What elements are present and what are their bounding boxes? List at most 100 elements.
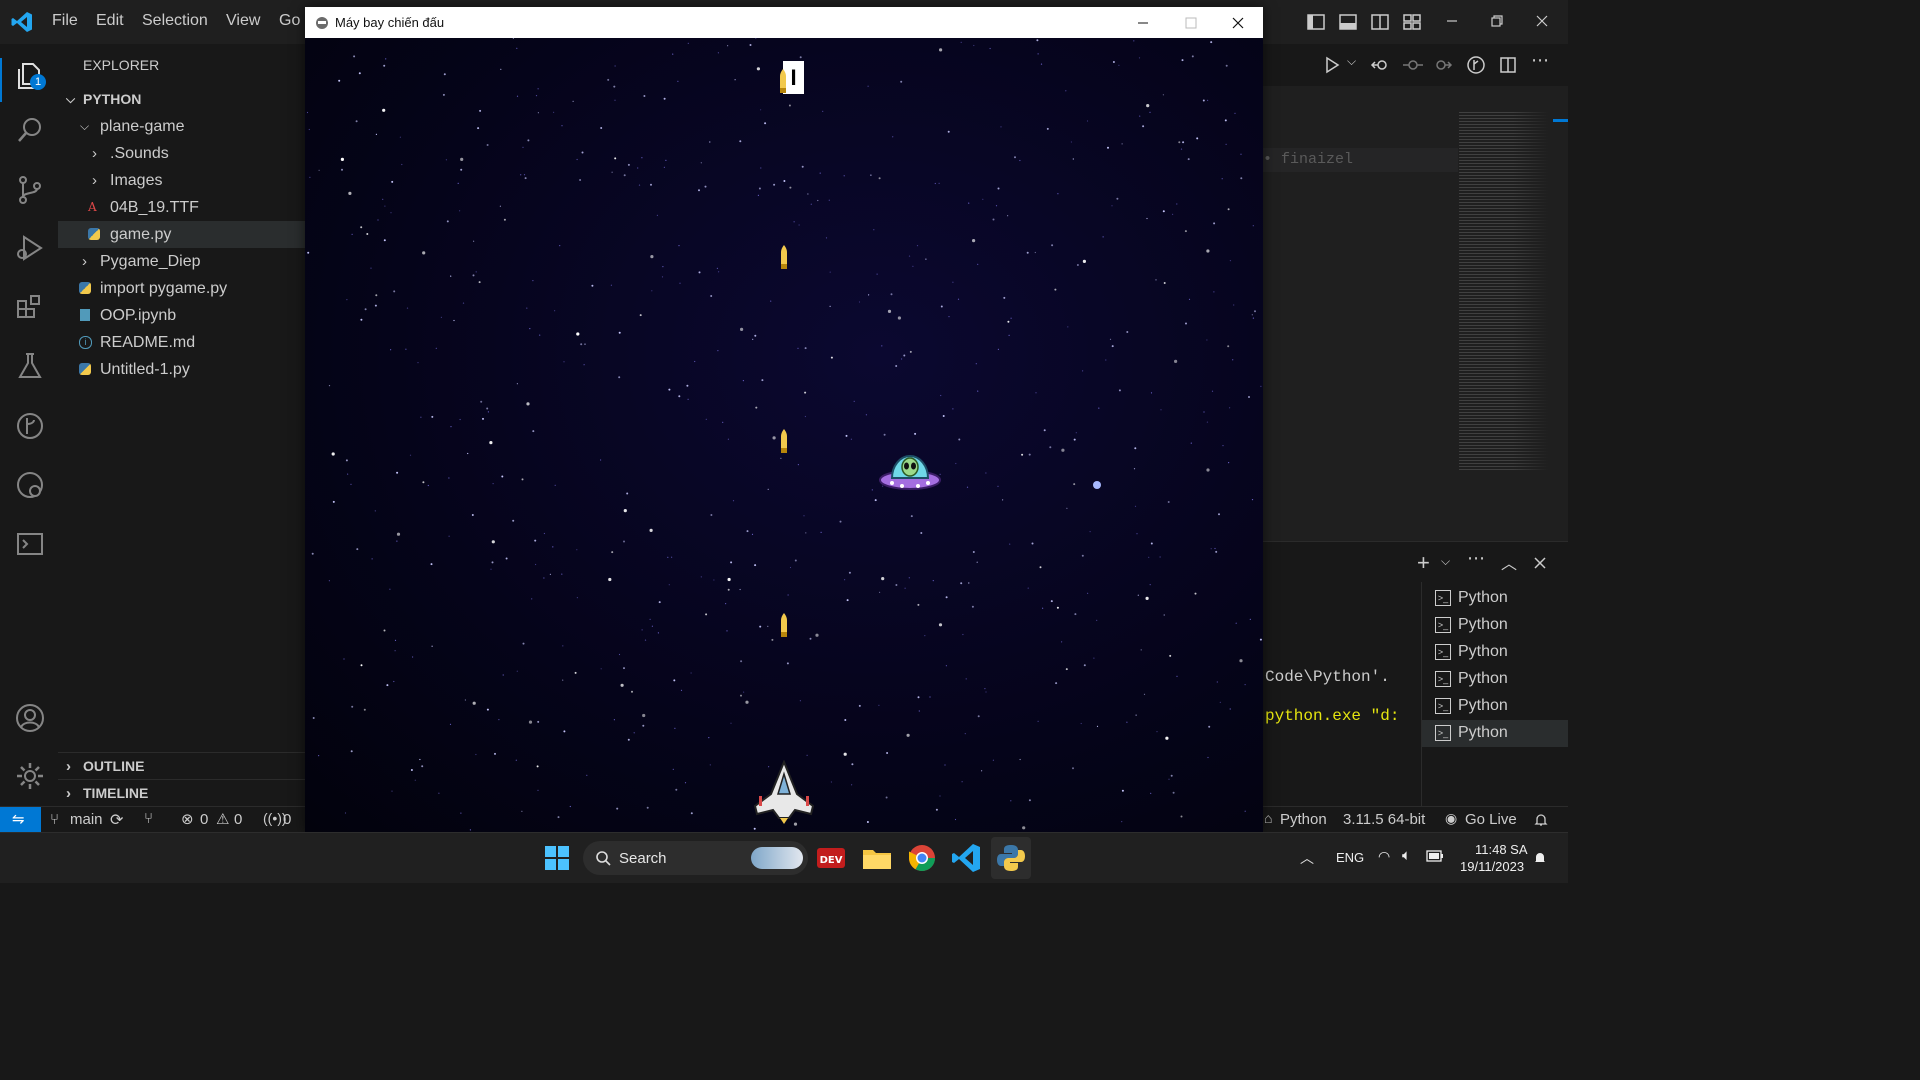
go-forward-icon[interactable]	[1433, 56, 1453, 74]
terminal-tab[interactable]: >_ Python	[1422, 666, 1568, 693]
star	[1146, 217, 1148, 220]
chevron-down-icon[interactable]: ⌵	[1347, 54, 1356, 69]
search-icon[interactable]	[14, 114, 46, 146]
folder-images[interactable]: › Images	[58, 167, 305, 194]
testing-icon[interactable]	[14, 350, 46, 382]
restore-icon[interactable]	[1489, 13, 1505, 29]
run-debug-icon[interactable]	[14, 232, 46, 264]
file-font[interactable]: A 04B_19.TTF	[58, 194, 305, 221]
chrome-icon[interactable]	[905, 841, 939, 875]
file-readme[interactable]: i README.md	[58, 329, 305, 356]
ports-count[interactable]: 0	[283, 811, 291, 828]
toggle-panel-icon[interactable]	[1338, 12, 1358, 32]
branch-name[interactable]: main	[70, 811, 103, 828]
warning-count[interactable]: 0	[234, 811, 242, 828]
maximize-panel-icon[interactable]: ︿	[1501, 550, 1517, 574]
language-mode[interactable]: Python	[1280, 811, 1327, 828]
menu-edit[interactable]: Edit	[96, 12, 124, 30]
close-icon[interactable]	[1534, 13, 1550, 29]
tray-chevron-icon[interactable]: ︿	[1300, 848, 1314, 868]
star	[385, 58, 387, 60]
bell-icon[interactable]	[1533, 812, 1549, 828]
star	[1075, 432, 1077, 434]
folder-sounds[interactable]: › .Sounds	[58, 140, 305, 167]
star	[912, 265, 914, 267]
gear-icon[interactable]	[14, 760, 46, 792]
source-control-icon[interactable]	[14, 174, 46, 206]
go-live-button[interactable]: Go Live	[1465, 811, 1517, 828]
minimize-icon[interactable]	[1444, 13, 1460, 29]
new-terminal-icon[interactable]: +	[1417, 550, 1430, 576]
file-oop-ipynb[interactable]: OOP.ipynb	[58, 302, 305, 329]
terminal-icon[interactable]	[14, 528, 46, 560]
workspace-root[interactable]: ⌵ PYTHON	[58, 86, 305, 113]
more-actions-icon[interactable]: ⋯	[1467, 548, 1485, 569]
customize-layout-icon[interactable]	[1402, 12, 1422, 32]
star	[1014, 156, 1016, 159]
terminal-tab[interactable]: >_ Python	[1422, 612, 1568, 639]
volume-icon[interactable]: 🔈︎	[1402, 847, 1411, 864]
publish-icon[interactable]: ⑂	[144, 810, 153, 827]
remote-indicator[interactable]: ⇋	[0, 807, 41, 833]
sync-icon[interactable]: ⟳	[110, 810, 123, 830]
file-import-pygame[interactable]: import pygame.py	[58, 275, 305, 302]
taskbar-search[interactable]: Search	[583, 841, 808, 875]
timeline-section[interactable]: › TIMELINE	[58, 779, 305, 807]
star	[815, 633, 819, 637]
split-editor-icon[interactable]	[1499, 56, 1517, 74]
toggle-secondary-sidebar-icon[interactable]	[1370, 12, 1390, 32]
devcpp-icon[interactable]: DEV	[814, 841, 848, 875]
star	[473, 240, 475, 242]
game-minimize-icon[interactable]	[1136, 16, 1150, 30]
file-game-py[interactable]: game.py	[58, 221, 305, 248]
folder-plane-game[interactable]: ⌵ plane-game	[58, 113, 305, 140]
error-count[interactable]: 0	[200, 811, 208, 828]
menu-selection[interactable]: Selection	[142, 12, 208, 30]
star	[1162, 210, 1165, 213]
star	[382, 198, 384, 200]
windows-start-icon[interactable]	[540, 841, 574, 875]
star	[771, 638, 774, 641]
star	[1019, 758, 1021, 761]
menu-view[interactable]: View	[226, 12, 260, 30]
minimap[interactable]	[1459, 112, 1549, 472]
accounts-icon[interactable]	[14, 702, 46, 734]
notification-bell-icon[interactable]	[1532, 850, 1548, 866]
minimap-slider[interactable]	[1553, 119, 1568, 122]
game-close-icon[interactable]	[1231, 16, 1245, 30]
terminal-tab[interactable]: >_ Python	[1422, 585, 1568, 612]
close-panel-icon[interactable]	[1533, 556, 1547, 570]
game-maximize-icon[interactable]	[1184, 16, 1198, 30]
toggle-primary-sidebar-icon[interactable]	[1306, 12, 1326, 32]
go-back-icon[interactable]	[1370, 56, 1390, 74]
clock-date[interactable]: 19/11/2023	[1460, 859, 1524, 874]
folder-pygame-diep[interactable]: › Pygame_Diep	[58, 248, 305, 275]
more-actions-icon[interactable]: ⋯	[1531, 50, 1549, 71]
clock-time[interactable]: 11:48 SA	[1475, 842, 1528, 857]
wifi-icon[interactable]: ◠	[1378, 848, 1390, 865]
star	[448, 477, 450, 479]
run-icon[interactable]	[1323, 56, 1341, 74]
battery-icon[interactable]	[1426, 850, 1444, 862]
game-canvas[interactable]: I	[305, 38, 1263, 832]
file-explorer-icon[interactable]	[860, 841, 894, 875]
input-language[interactable]: ENG	[1336, 850, 1364, 865]
git-compare-icon[interactable]	[1466, 55, 1486, 75]
outline-section[interactable]: › OUTLINE	[58, 752, 305, 780]
remote-explorer-icon[interactable]	[14, 469, 46, 501]
terminal-tab-active[interactable]: >_ Python	[1422, 720, 1568, 747]
python-taskbar-icon[interactable]	[994, 841, 1028, 875]
terminal-tab[interactable]: >_ Python	[1422, 639, 1568, 666]
vscode-taskbar-icon[interactable]	[949, 841, 983, 875]
menu-go[interactable]: Go	[279, 12, 300, 30]
chevron-down-icon[interactable]: ⌵	[1441, 554, 1450, 569]
timeline-node-icon[interactable]	[1403, 56, 1423, 74]
menu-file[interactable]: File	[52, 12, 78, 30]
star	[1228, 462, 1230, 464]
interpreter-version[interactable]: 3.11.5 64-bit	[1343, 811, 1425, 828]
extensions-icon[interactable]	[14, 291, 46, 323]
game-titlebar[interactable]: Máy bay chiến đấu	[305, 7, 1263, 38]
git-graph-icon[interactable]	[14, 410, 46, 442]
file-untitled[interactable]: Untitled-1.py	[58, 356, 305, 383]
terminal-tab[interactable]: >_ Python	[1422, 693, 1568, 720]
